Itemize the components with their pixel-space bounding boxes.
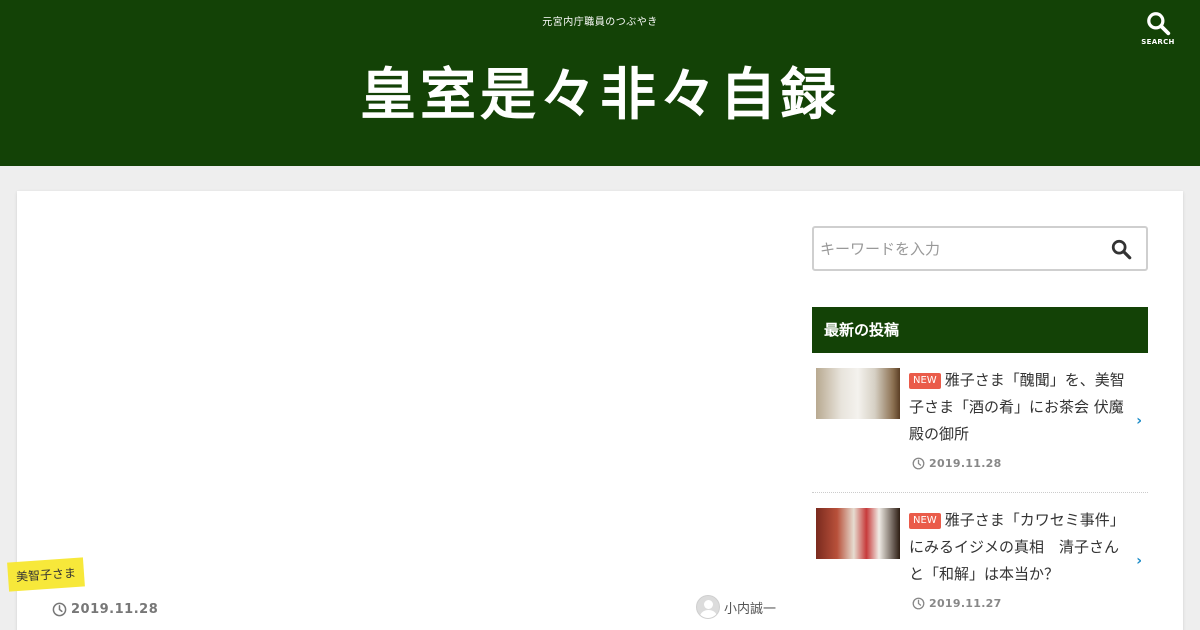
sidebar-search-box <box>812 226 1148 271</box>
chevron-right-icon[interactable]: › <box>1136 413 1142 429</box>
recent-posts-title: 最新の投稿 <box>812 307 1148 353</box>
post-thumbnail[interactable] <box>816 368 900 419</box>
article-date: 2019.11.28 <box>52 602 158 617</box>
search-icon <box>1147 12 1171 36</box>
header-search-button[interactable]: SEARCH <box>1136 10 1180 54</box>
clock-icon <box>52 602 67 617</box>
search-label: SEARCH <box>1141 38 1175 46</box>
chevron-right-icon[interactable]: › <box>1136 553 1142 569</box>
search-input[interactable] <box>814 228 1094 269</box>
clock-icon <box>912 597 925 610</box>
post-date-text: 2019.11.28 <box>929 457 1002 470</box>
recent-post-item[interactable]: NEW 雅子さま「醜聞」を、美智子さま「酒の肴」にお茶会 伏魔殿の御所 2019.… <box>812 363 1148 493</box>
author-name[interactable]: 小内誠一 <box>724 598 776 617</box>
recent-post-item[interactable]: NEW 雅子さま「カワセミ事件」にみるイジメの真相 清子さんと「和解」は本当か？ … <box>812 503 1148 628</box>
post-title[interactable]: NEW 雅子さま「醜聞」を、美智子さま「酒の肴」にお茶会 伏魔殿の御所 <box>909 367 1127 448</box>
post-date: 2019.11.27 <box>912 597 1002 610</box>
site-tagline: 元宮内庁職員のつぶやき <box>542 17 658 28</box>
post-date-text: 2019.11.27 <box>929 597 1002 610</box>
post-date: 2019.11.28 <box>912 457 1002 470</box>
new-badge: NEW <box>909 513 941 529</box>
search-icon[interactable] <box>1110 238 1132 260</box>
article-author[interactable]: 小内誠一 <box>696 595 776 619</box>
new-badge: NEW <box>909 373 941 389</box>
post-title-text[interactable]: 雅子さま「カワセミ事件」にみるイジメの真相 清子さんと「和解」は本当か？ <box>909 511 1125 583</box>
avatar-icon <box>696 595 720 619</box>
category-tag[interactable]: 美智子さま <box>7 557 85 592</box>
post-title-text[interactable]: 雅子さま「醜聞」を、美智子さま「酒の肴」にお茶会 伏魔殿の御所 <box>909 371 1125 443</box>
post-thumbnail[interactable] <box>816 508 900 559</box>
clock-icon <box>912 457 925 470</box>
site-header: 元宮内庁職員のつぶやき 皇室是々非々自録 SEARCH <box>0 0 1200 166</box>
article-date-text: 2019.11.28 <box>71 602 159 617</box>
post-title[interactable]: NEW 雅子さま「カワセミ事件」にみるイジメの真相 清子さんと「和解」は本当か？ <box>909 507 1127 588</box>
site-title[interactable]: 皇室是々非々自録 <box>0 60 1200 130</box>
